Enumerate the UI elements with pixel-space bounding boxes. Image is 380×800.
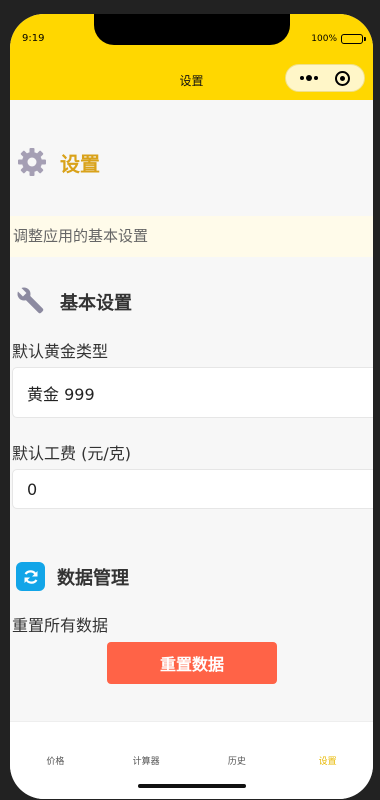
more-icon[interactable]	[300, 75, 319, 81]
page-header: 设置	[16, 146, 100, 178]
gold-type-label: 默认黄金类型	[12, 342, 109, 361]
home-indicator	[138, 784, 246, 788]
basic-settings-title: 基本设置	[60, 293, 132, 314]
labor-fee-label: 默认工费 (元/克)	[12, 444, 131, 463]
gold-type-select[interactable]: 黄金 999	[12, 367, 373, 418]
page-description: 调整应用的基本设置	[10, 216, 373, 257]
close-miniprogram-icon[interactable]	[334, 70, 350, 86]
nav-bar: 设置	[10, 58, 373, 100]
battery-icon	[341, 34, 366, 44]
refresh-icon	[16, 562, 45, 591]
tab-settings[interactable]: 设置	[282, 722, 373, 799]
data-management-title: 数据管理	[57, 567, 129, 589]
notch	[94, 14, 290, 45]
labor-fee-value: 0	[27, 479, 38, 499]
page-title: 设置	[60, 151, 100, 176]
gear-icon	[16, 146, 48, 178]
battery-percent: 100%	[311, 34, 337, 44]
status-bar: 9:19 100%	[10, 14, 373, 58]
phone-screen: 9:19 100% 设置 设置 调整应用的基本设置 基本设置 默认黄金类型 黄金…	[10, 14, 373, 799]
tab-bar: 价格 计算器 历史 设置	[10, 721, 373, 799]
status-right: 100%	[311, 34, 366, 44]
tab-price[interactable]: 价格	[10, 722, 101, 799]
basic-settings-header: 基本设置	[16, 286, 132, 318]
status-time: 9:19	[22, 33, 45, 44]
data-management-header: 数据管理	[16, 562, 129, 591]
labor-fee-input[interactable]: 0	[12, 469, 373, 509]
mini-program-capsule	[285, 64, 365, 92]
reset-all-label: 重置所有数据	[12, 616, 109, 635]
gold-type-value: 黄金 999	[27, 384, 95, 404]
wrench-icon	[16, 286, 48, 318]
reset-data-button[interactable]: 重置数据	[107, 642, 277, 684]
